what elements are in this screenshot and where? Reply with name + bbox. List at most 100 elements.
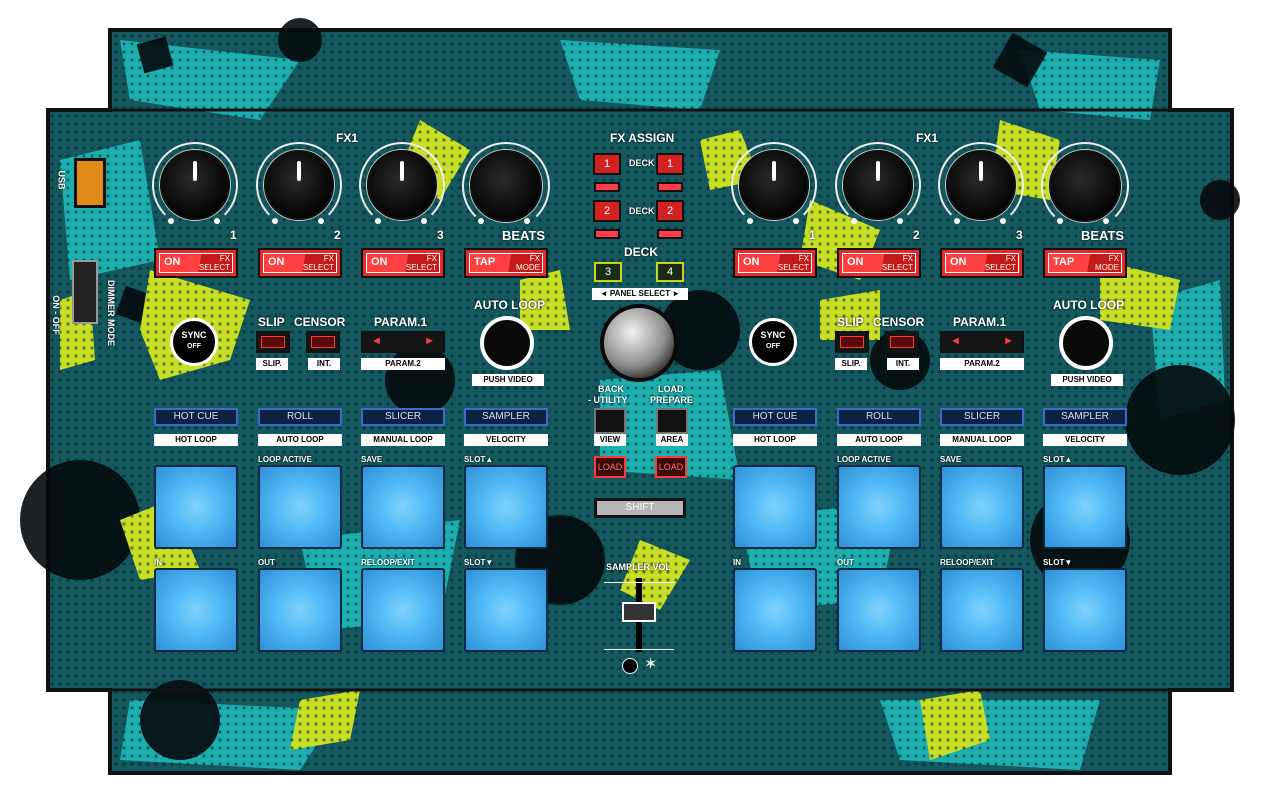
- area-label: AREA: [656, 434, 688, 446]
- left-fx-button-sub2-3: SELECT: [405, 263, 437, 272]
- left-slip-sub: SLIP.: [256, 358, 288, 370]
- left-slip-button[interactable]: [256, 331, 290, 353]
- left-mode-1[interactable]: HOT CUE: [154, 408, 238, 426]
- fx-assign-left-2[interactable]: 2: [593, 200, 621, 222]
- left-sync-button[interactable]: SYNC OFF: [170, 318, 218, 366]
- left-fx-button-4[interactable]: TAP FX MODE: [464, 248, 548, 278]
- right-fx-button-4[interactable]: TAP FX MODE: [1043, 248, 1127, 278]
- dimmer-switch[interactable]: [72, 260, 98, 324]
- load-right-button[interactable]: LOAD: [655, 456, 687, 478]
- left-param-button[interactable]: ◄ ►: [361, 331, 445, 353]
- left-fx-knob-1[interactable]: [160, 150, 230, 220]
- right-pad-7[interactable]: [940, 568, 1024, 652]
- left-pad-4[interactable]: [464, 465, 548, 549]
- left-pad-7[interactable]: [361, 568, 445, 652]
- left-fx-button-sub-2: FX SELECT: [303, 254, 334, 272]
- left-pad-label-top-2: LOOP ACTIVE: [258, 455, 312, 464]
- left-pad-3[interactable]: [361, 465, 445, 549]
- right-fx-knob-1[interactable]: [739, 150, 809, 220]
- prepare-label: PREPARE: [650, 395, 693, 405]
- right-knob-number-2: 2: [913, 228, 920, 242]
- right-knob-dot-3b: [1000, 218, 1006, 224]
- right-pad-2[interactable]: [837, 465, 921, 549]
- left-param-right-arrow-icon: ►: [424, 335, 435, 347]
- right-fx-knob-3[interactable]: [946, 150, 1016, 220]
- right-pad-8[interactable]: [1043, 568, 1127, 652]
- right-mode-4[interactable]: SAMPLER: [1043, 408, 1127, 426]
- left-knob-dot-1a: [168, 218, 174, 224]
- left-knob-dot-4a: [478, 218, 484, 224]
- right-mode-1[interactable]: HOT CUE: [733, 408, 817, 426]
- left-pad-5[interactable]: [154, 568, 238, 652]
- right-pad-5[interactable]: [733, 568, 817, 652]
- right-knob-dot-4a: [1057, 218, 1063, 224]
- left-param-left-arrow-icon: ◄: [371, 335, 382, 347]
- right-pad-3[interactable]: [940, 465, 1024, 549]
- right-knob-dot-2b: [897, 218, 903, 224]
- right-mode-2[interactable]: ROLL: [837, 408, 921, 426]
- right-slip-button[interactable]: [835, 331, 869, 353]
- left-fx-knob-4[interactable]: [470, 150, 542, 222]
- left-fx-knob-2[interactable]: [264, 150, 334, 220]
- load-left-button[interactable]: LOAD: [594, 456, 626, 478]
- right-pad-label-bottom-1: IN: [733, 558, 741, 567]
- controller-skin: [20, 18, 1240, 775]
- right-pad-1[interactable]: [733, 465, 817, 549]
- right-knob-number-1: 1: [809, 228, 816, 242]
- right-mode-sub-2: AUTO LOOP: [837, 434, 921, 446]
- right-fx-button-2[interactable]: ON FX SELECT: [837, 248, 921, 278]
- right-fx-knob-4[interactable]: [1049, 150, 1121, 222]
- left-censor-button[interactable]: [306, 331, 340, 353]
- right-sync-button[interactable]: SYNC OFF: [749, 318, 797, 366]
- right-sync-label: SYNC: [760, 330, 786, 340]
- right-mode-3[interactable]: SLICER: [940, 408, 1024, 426]
- left-pad-label-top-4: SLOT▲: [464, 455, 494, 464]
- right-fx-button-3[interactable]: ON FX SELECT: [940, 248, 1024, 278]
- left-pad-1[interactable]: [154, 465, 238, 549]
- left-fx-button-sub1-1: FX: [219, 254, 230, 263]
- left-mode-3[interactable]: SLICER: [361, 408, 445, 426]
- right-pad-6[interactable]: [837, 568, 921, 652]
- left-sync-label: SYNC: [181, 330, 207, 340]
- left-pad-8[interactable]: [464, 568, 548, 652]
- left-pad-2[interactable]: [258, 465, 342, 549]
- dimmer-label: DIMMER MODE: [106, 280, 116, 346]
- left-fx-button-sub1-3: FX: [426, 254, 437, 263]
- right-fx-button-1[interactable]: ON FX SELECT: [733, 248, 817, 278]
- left-fx-button-3[interactable]: ON FX SELECT: [361, 248, 445, 278]
- fx-assign-right-2[interactable]: 2: [656, 200, 684, 222]
- left-fx-knob-3[interactable]: [367, 150, 437, 220]
- left-knob-dot-3a: [375, 218, 381, 224]
- right-param-button[interactable]: ◄ ►: [940, 331, 1024, 353]
- left-fx-button-1[interactable]: ON FX SELECT: [154, 248, 238, 278]
- load-prepare-button[interactable]: [656, 408, 688, 434]
- shift-button[interactable]: SHIFT: [594, 498, 686, 518]
- sampler-vol-fader[interactable]: [622, 602, 656, 622]
- fx-assign-right-1[interactable]: 1: [656, 153, 684, 175]
- right-censor-button[interactable]: [885, 331, 919, 353]
- fx1-header-right: FX1: [916, 131, 939, 145]
- left-pad-6[interactable]: [258, 568, 342, 652]
- fx-assign-left-1[interactable]: 1: [593, 153, 621, 175]
- left-mode-4[interactable]: SAMPLER: [464, 408, 548, 426]
- right-param-left-arrow-icon: ◄: [950, 335, 961, 347]
- browse-knob[interactable]: [600, 304, 678, 382]
- left-fx-button-sub2-4: MODE: [516, 263, 540, 272]
- left-auto-loop-knob[interactable]: [480, 316, 534, 370]
- deck-4-button[interactable]: 4: [656, 262, 684, 282]
- left-fx-button-main-1: ON: [164, 256, 181, 268]
- right-pad-4[interactable]: [1043, 465, 1127, 549]
- right-fx-button-main-1: ON: [743, 256, 760, 268]
- onoff-label: ON - OFF: [50, 295, 61, 335]
- right-fx-knob-2[interactable]: [843, 150, 913, 220]
- right-auto-loop-knob[interactable]: [1059, 316, 1113, 370]
- right-censor-label: CENSOR: [873, 315, 925, 329]
- panel-select-bar[interactable]: ◄ PANEL SELECT ►: [592, 288, 688, 300]
- back-button[interactable]: [594, 408, 626, 434]
- left-mode-2[interactable]: ROLL: [258, 408, 342, 426]
- deck-3-button[interactable]: 3: [594, 262, 622, 282]
- right-fx-button-sub-4: FX MODE: [1095, 254, 1119, 272]
- left-fx-button-2[interactable]: ON FX SELECT: [258, 248, 342, 278]
- right-knob-dot-3a: [954, 218, 960, 224]
- view-label: VIEW: [594, 434, 626, 446]
